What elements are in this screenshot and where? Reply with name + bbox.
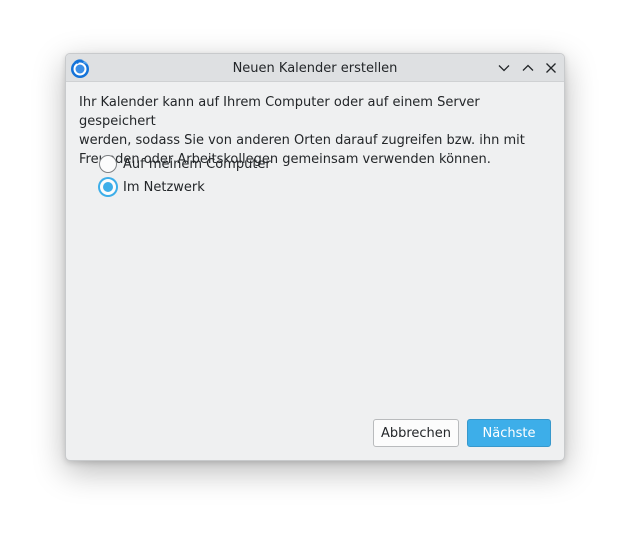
window-title: Neuen Kalender erstellen [232, 61, 398, 76]
option-label: Im Netzwerk [123, 179, 205, 195]
description-line: werden, sodass Sie von anderen Orten dar… [79, 133, 525, 148]
next-button[interactable]: Nächste [467, 419, 551, 447]
new-calendar-dialog: Neuen Kalender erstellen Ihr Kalender ka… [65, 53, 565, 461]
chevron-down-icon[interactable] [496, 60, 512, 76]
chevron-up-icon[interactable] [520, 60, 536, 76]
option-local-computer[interactable]: Auf meinem Computer [99, 154, 271, 174]
radio-network[interactable] [99, 178, 117, 196]
radio-local-computer[interactable] [99, 155, 117, 173]
titlebar[interactable]: Neuen Kalender erstellen [66, 54, 564, 82]
close-icon[interactable] [543, 60, 559, 76]
option-label: Auf meinem Computer [123, 156, 271, 172]
cancel-button[interactable]: Abbrechen [373, 419, 459, 447]
option-network[interactable]: Im Netzwerk [99, 177, 205, 197]
description-line: Ihr Kalender kann auf Ihrem Computer ode… [79, 95, 480, 129]
